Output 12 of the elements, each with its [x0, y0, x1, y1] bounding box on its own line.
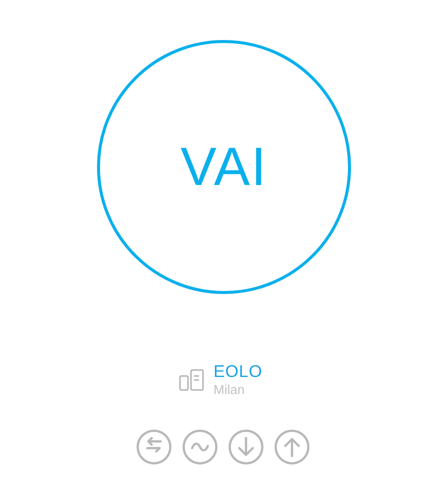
swap-arrows-button[interactable] — [136, 428, 172, 464]
upload-button[interactable] — [274, 428, 310, 464]
wave-button[interactable] — [182, 428, 218, 464]
start-button[interactable]: VAI — [97, 40, 351, 294]
upload-icon — [274, 428, 310, 464]
server-icon — [178, 368, 206, 392]
server-location: Milan — [214, 382, 246, 398]
swap-arrows-icon — [136, 428, 172, 464]
download-icon — [228, 428, 264, 464]
wave-icon — [182, 428, 218, 464]
server-name: EOLO — [214, 361, 262, 382]
download-button[interactable] — [228, 428, 264, 464]
